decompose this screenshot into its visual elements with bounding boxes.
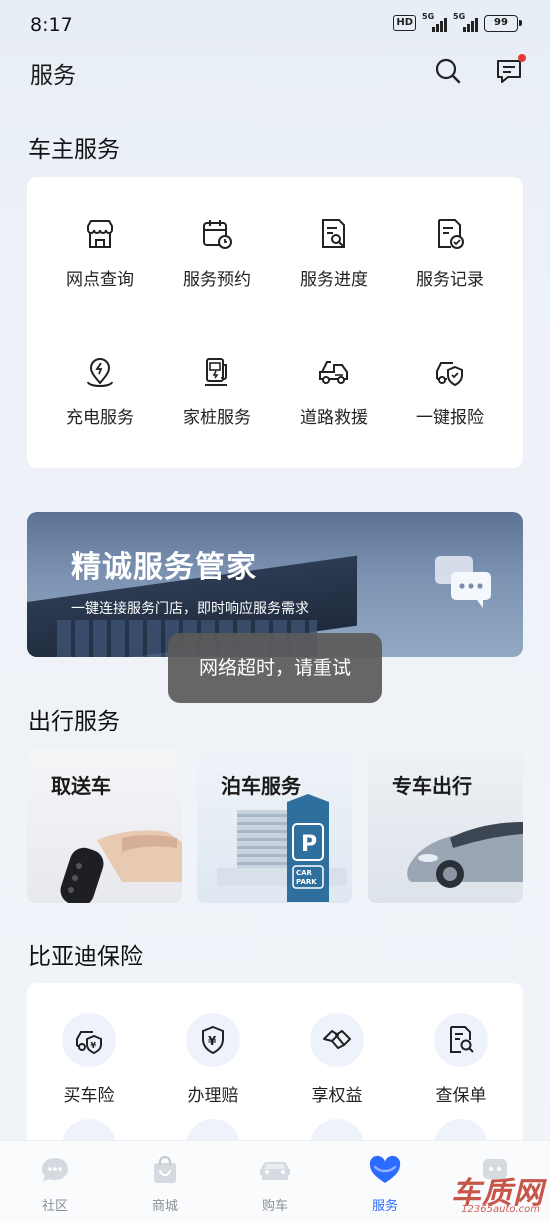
service-label: 服务预约 xyxy=(183,270,251,290)
car-park-image: P CAR PARK xyxy=(217,794,347,902)
status-bar: 8:17 HD 5G 5G 99 xyxy=(0,0,550,50)
chat-bubbles-icon xyxy=(435,556,491,608)
service-label: 道路救援 xyxy=(300,408,368,428)
status-time: 8:17 xyxy=(30,14,73,36)
tab-label: 服务 xyxy=(371,1199,398,1214)
svg-text:PARK: PARK xyxy=(296,878,317,886)
watermark-url: 12365auto.com xyxy=(461,1204,540,1215)
svg-text:P: P xyxy=(301,832,317,857)
tab-mall[interactable]: 商城 xyxy=(110,1155,220,1214)
calendar-clock-icon xyxy=(203,220,232,249)
service-label: 服务记录 xyxy=(416,270,484,290)
insurance-label: 查保单 xyxy=(435,1086,487,1106)
car-yuan-icon: ¥ xyxy=(76,1031,102,1055)
tab-label: 购车 xyxy=(261,1199,288,1214)
svg-text:¥: ¥ xyxy=(208,1034,217,1048)
car-icon xyxy=(260,1162,290,1180)
tab-buy-car[interactable]: 购车 xyxy=(220,1155,330,1214)
store-icon xyxy=(87,220,113,248)
enjoy-benefits[interactable]: 享权益 xyxy=(275,1013,399,1106)
tow-truck-icon xyxy=(319,361,348,384)
heart-icon xyxy=(369,1155,401,1183)
service-records[interactable]: 服务记录 xyxy=(388,217,512,337)
owner-services-card: 网点查询 服务预约 服务进度 服务记录 充电服务 家桩服务 道路救援 一键报险 xyxy=(27,177,523,468)
service-charging[interactable]: 充电服务 xyxy=(38,355,162,475)
tab-label: 社区 xyxy=(41,1199,68,1214)
document-search-icon xyxy=(322,219,345,248)
search-icon[interactable] xyxy=(433,56,463,86)
car-image xyxy=(407,822,523,888)
battery-icon: 99 xyxy=(484,14,522,32)
buy-car-insurance[interactable]: ¥ 买车险 xyxy=(27,1013,151,1106)
banner-title: 精诚服务管家 xyxy=(71,550,257,585)
insurance-title: 比亚迪保险 xyxy=(28,944,143,970)
service-label: 一键报险 xyxy=(416,408,484,428)
query-policy[interactable]: 查保单 xyxy=(399,1013,523,1106)
pickup-delivery-card[interactable]: 取送车 xyxy=(27,750,182,903)
tab-label: 商城 xyxy=(151,1199,178,1214)
signal-icon-2: 5G xyxy=(453,12,478,32)
car-shield-icon xyxy=(436,362,463,387)
hd-icon: HD xyxy=(393,15,416,31)
service-road-rescue[interactable]: 道路救援 xyxy=(272,355,396,475)
notification-dot xyxy=(518,54,526,62)
policy-search-icon xyxy=(450,1026,474,1053)
page-header: 服务 xyxy=(0,50,550,94)
svg-text:¥: ¥ xyxy=(91,1041,97,1050)
service-branch-query[interactable]: 网点查询 xyxy=(38,217,162,337)
tab-community[interactable]: 社区 xyxy=(0,1155,110,1214)
svg-text:CAR: CAR xyxy=(296,869,313,877)
service-home-charger[interactable]: 家桩服务 xyxy=(155,355,279,475)
banner-subtitle: 一键连接服务门店，即时响应服务需求 xyxy=(71,601,309,617)
page-title: 服务 xyxy=(30,63,76,89)
shield-yuan-icon: ¥ xyxy=(202,1025,224,1055)
network-timeout-toast: 网络超时，请重试 xyxy=(168,633,382,703)
owner-services-title: 车主服务 xyxy=(28,137,120,163)
shopping-bag-icon xyxy=(154,1155,176,1183)
chat-bubble-icon xyxy=(42,1158,68,1182)
message-icon[interactable] xyxy=(494,54,526,86)
service-label: 家桩服务 xyxy=(183,408,251,428)
insurance-label: 买车险 xyxy=(63,1086,115,1106)
chauffeur-service-card[interactable]: 专车出行 xyxy=(368,750,523,903)
insurance-label: 办理赔 xyxy=(187,1086,239,1106)
file-claim[interactable]: ¥ 办理赔 xyxy=(151,1013,275,1106)
service-label: 充电服务 xyxy=(66,408,134,428)
service-report-insurance[interactable]: 一键报险 xyxy=(388,355,512,475)
tab-service[interactable]: 服务 xyxy=(330,1155,440,1214)
service-appointment[interactable]: 服务预约 xyxy=(155,217,279,337)
valet-parking-card[interactable]: 泊车服务 P CAR PARK xyxy=(197,750,352,903)
document-check-icon xyxy=(438,219,464,249)
signal-icon: 5G xyxy=(422,12,447,32)
travel-services-title: 出行服务 xyxy=(28,709,120,735)
handshake-icon xyxy=(323,1030,351,1050)
status-icons: HD 5G 5G 99 xyxy=(393,12,522,32)
service-label: 网点查询 xyxy=(66,270,134,290)
car-key-image xyxy=(60,830,182,903)
home-charger-icon xyxy=(205,358,227,386)
service-label: 服务进度 xyxy=(300,270,368,290)
charging-location-icon xyxy=(87,358,113,388)
insurance-label: 享权益 xyxy=(311,1086,363,1106)
service-progress[interactable]: 服务进度 xyxy=(272,217,396,337)
